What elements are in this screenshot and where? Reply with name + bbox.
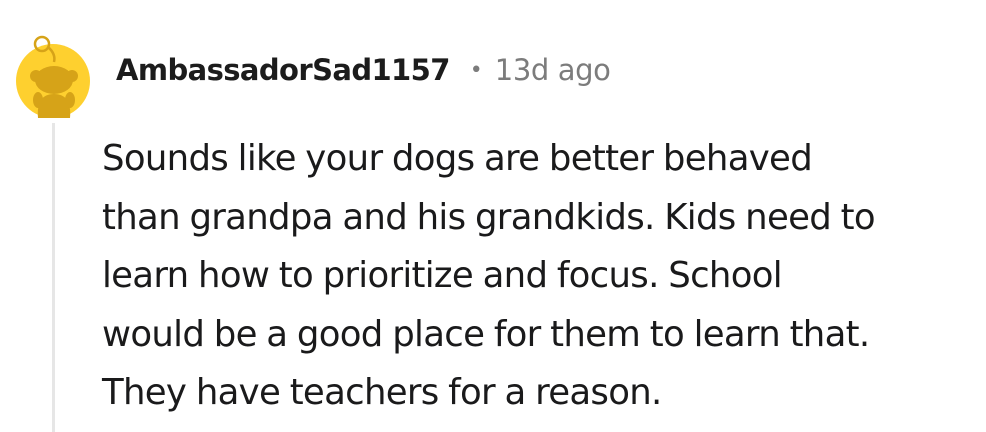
comment-body: Sounds like your dogs are better behaved…: [102, 130, 978, 423]
comment-line: than grandpa and his grandkids. Kids nee…: [102, 196, 876, 238]
thread-line[interactable]: [52, 123, 55, 432]
comment-line: would be a good place for them to learn …: [102, 313, 870, 355]
snoo-avatar-icon: [16, 35, 90, 118]
username-link[interactable]: AmbassadorSad1157: [116, 53, 450, 87]
comment-line: Sounds like your dogs are better behaved: [102, 138, 813, 179]
comment-line: They have teachers for a reason.: [102, 372, 662, 413]
timestamp-link[interactable]: 13d ago: [495, 53, 611, 87]
comment-header: AmbassadorSad1157 • 13d ago: [116, 50, 611, 90]
separator-dot: •: [469, 57, 483, 83]
comment: AmbassadorSad1157 • 13d ago Sounds like …: [0, 0, 986, 432]
comment-line: learn how to prioritize and focus. Schoo…: [102, 255, 783, 296]
user-avatar[interactable]: [16, 32, 90, 118]
